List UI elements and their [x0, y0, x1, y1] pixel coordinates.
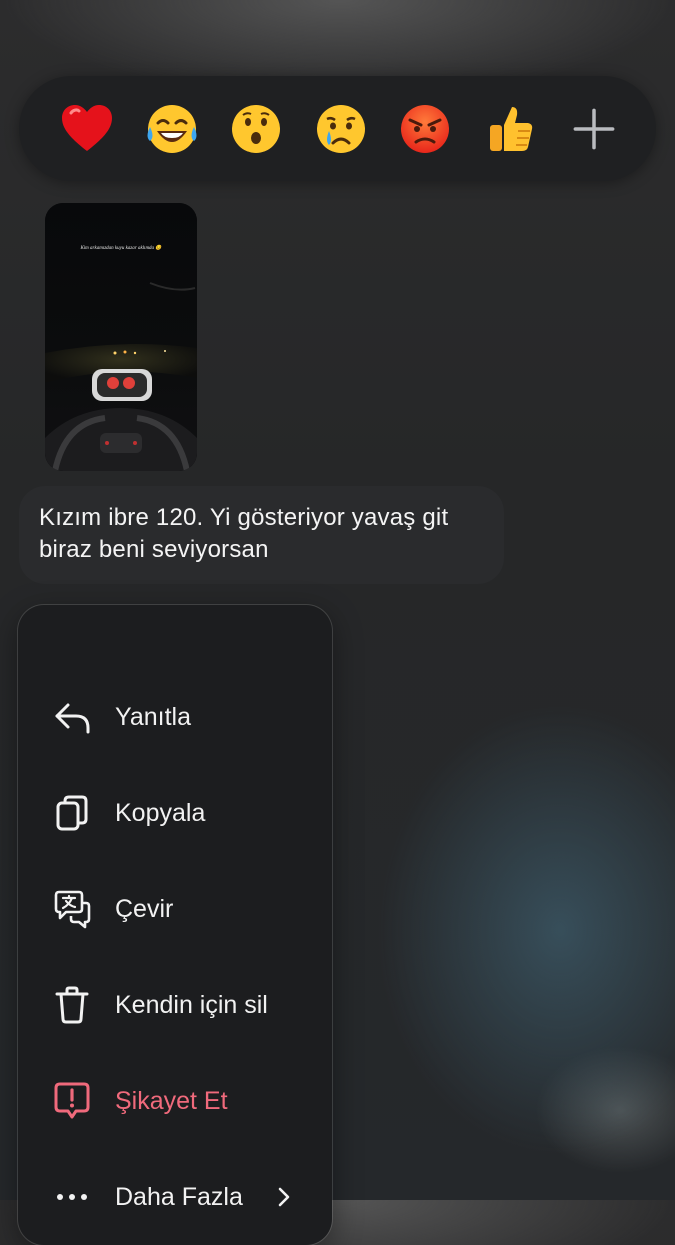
copy-icon: [52, 793, 92, 833]
trash-icon: [52, 985, 92, 1025]
menu-item-reply[interactable]: Yanıtla: [18, 677, 332, 757]
plus-icon: [573, 108, 615, 149]
chevron-right-icon: [278, 1187, 290, 1207]
story-caption: Kim arkamızdan kuyu kazar aklımda 😏: [79, 244, 162, 251]
story-preview[interactable]: Kim arkamızdan kuyu kazar aklımda 😏: [45, 203, 197, 471]
crying-face-emoji-icon: [316, 104, 365, 153]
reaction-laugh[interactable]: [142, 99, 202, 159]
menu-item-translate[interactable]: Çevir: [18, 869, 332, 949]
tears-of-joy-emoji-icon: [147, 104, 196, 153]
angry-face-emoji-icon: [401, 104, 449, 153]
message-text: Kızım ibre 120. Yi gösteriyor yavaş git …: [39, 504, 449, 563]
translate-icon: [52, 889, 92, 929]
night-drive-image: Kim arkamızdan kuyu kazar aklımda 😏: [45, 203, 197, 471]
reaction-bar: [19, 76, 656, 181]
surprised-face-emoji-icon: [232, 104, 280, 153]
context-menu: Yanıtla Kopyala Çevir Kendin için sil Şi…: [18, 605, 332, 1245]
thumbs-up-emoji-icon: [489, 106, 532, 151]
reaction-angry[interactable]: [395, 99, 455, 159]
menu-item-more[interactable]: Daha Fazla: [18, 1157, 332, 1237]
reaction-wow[interactable]: [226, 99, 286, 159]
report-icon: [52, 1081, 92, 1121]
menu-item-delete-for-me[interactable]: Kendin için sil: [18, 965, 332, 1045]
more-dots-icon: [52, 1177, 92, 1217]
menu-item-label: Yanıtla: [115, 702, 191, 731]
menu-item-label: Çevir: [115, 894, 174, 923]
menu-item-label: Şikayet Et: [115, 1086, 228, 1115]
reaction-thumbs-up[interactable]: [480, 99, 540, 159]
message-bubble[interactable]: Kızım ibre 120. Yi gösteriyor yavaş git …: [19, 486, 504, 584]
reaction-heart[interactable]: [57, 99, 117, 159]
menu-item-copy[interactable]: Kopyala: [18, 773, 332, 853]
red-heart-emoji-icon: [62, 104, 112, 151]
menu-item-label: Kendin için sil: [115, 990, 268, 1019]
menu-item-label: Daha Fazla: [115, 1182, 243, 1211]
reaction-sad[interactable]: [311, 99, 371, 159]
reply-arrow-icon: [52, 697, 92, 737]
menu-item-report[interactable]: Şikayet Et: [18, 1061, 332, 1141]
menu-item-label: Kopyala: [115, 798, 206, 827]
add-reaction-button[interactable]: [564, 99, 624, 159]
